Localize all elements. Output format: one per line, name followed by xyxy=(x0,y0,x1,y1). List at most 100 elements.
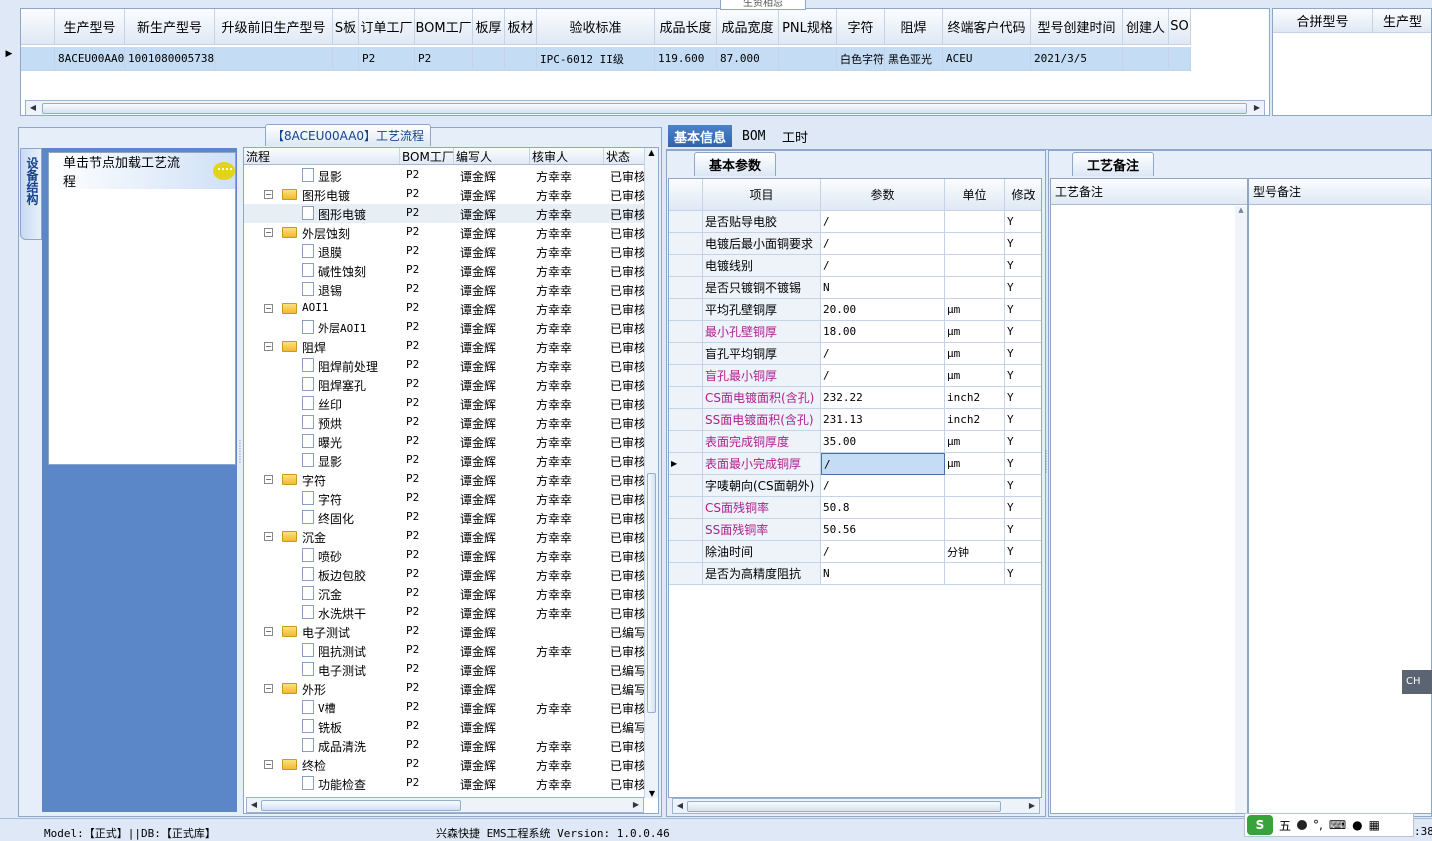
top-toggle-button[interactable]: 生资相忌 xyxy=(720,0,806,10)
basic-params-grid[interactable]: 项目 参数 单位 修改 是否贴导电胶 / Y 电镀后最小面铜要求 / Y 电镀线别 / Y 是否只镀铜不… xyxy=(668,178,1042,798)
device-structure-tab[interactable]: 设备结构 xyxy=(20,148,42,240)
column-header[interactable]: 新生产型号 xyxy=(125,9,215,45)
tree-hscroll-thumb[interactable] xyxy=(261,800,461,811)
tree-row[interactable]: 终固化 P2 谭金辉 方幸幸 已审核 xyxy=(244,508,652,527)
tree-vscroll-thumb[interactable] xyxy=(647,473,656,713)
param-value[interactable]: 50.8 xyxy=(821,497,945,519)
params-row[interactable]: 是否为高精度阻抗 N Y xyxy=(669,563,1041,585)
params-row[interactable]: 除油时间 / 分钟 Y xyxy=(669,541,1041,563)
scroll-left-icon[interactable]: ◀ xyxy=(27,102,39,114)
params-row[interactable]: 是否只镀铜不镀锡 N Y xyxy=(669,277,1041,299)
collapse-icon[interactable]: − xyxy=(264,190,273,199)
column-header[interactable]: 阻焊 xyxy=(885,9,943,45)
params-column-header[interactable]: 项目 xyxy=(703,179,821,211)
param-value[interactable]: / xyxy=(821,233,945,255)
params-row[interactable]: SS面电镀面积(含孔) 231.13 inch2 Y xyxy=(669,409,1041,431)
grid-menu-icon[interactable]: ▦ xyxy=(1369,818,1380,832)
tree-row[interactable]: 外层AOI1 P2 谭金辉 方幸幸 已审核 xyxy=(244,318,652,337)
column-header[interactable]: 生产型号 xyxy=(55,9,125,45)
column-header[interactable]: 终端客户代码 xyxy=(943,9,1031,45)
params-hscrollbar[interactable]: ◀ ▶ xyxy=(672,798,1040,814)
grid-cell[interactable] xyxy=(215,47,333,71)
params-row[interactable]: ▶ 表面最小完成铜厚 / μm Y xyxy=(669,453,1041,475)
model-grid-hscrollbar[interactable]: ◀ ▶ xyxy=(25,100,1265,115)
tree-row[interactable]: 显影 P2 谭金辉 方幸幸 已审核 xyxy=(244,451,652,470)
scroll-thumb[interactable] xyxy=(42,103,1247,114)
tree-row[interactable]: V槽 P2 谭金辉 方幸幸 已审核 xyxy=(244,698,652,717)
params-row[interactable]: 平均孔壁铜厚 20.00 μm Y xyxy=(669,299,1041,321)
param-value[interactable]: N xyxy=(821,277,945,299)
params-hscroll-thumb[interactable] xyxy=(687,801,1001,812)
tree-row[interactable]: 曝光 P2 谭金辉 方幸幸 已审核 xyxy=(244,432,652,451)
column-header[interactable]: 升级前旧生产型号 xyxy=(215,9,333,45)
notes-vscroll[interactable]: ▲ xyxy=(1235,206,1247,813)
tree-row[interactable]: 退膜 P2 谭金辉 方幸幸 已审核 xyxy=(244,242,652,261)
process-tree[interactable]: 流程 BOM工厂 编写人 核审人 状态 显影 P2 谭金辉 方幸幸 已审核 − 图形电镀 P2 谭金辉方… xyxy=(243,147,659,814)
model-grid-selected-row[interactable]: 8ACEU00AA0 10010800057386 P2 P2 IPC-6012 II级… xyxy=(21,47,1191,71)
param-value[interactable]: 35.00 xyxy=(821,431,945,453)
process-notes-box[interactable]: 工艺备注 ▲ xyxy=(1050,178,1248,814)
tree-row[interactable]: 沉金 P2 谭金辉 方幸幸 已审核 xyxy=(244,584,652,603)
collapse-icon[interactable]: − xyxy=(264,228,273,237)
model-notes-box[interactable]: 型号备注 xyxy=(1248,178,1432,814)
tree-row[interactable]: − 字符 P2 谭金辉 方幸幸 已审核 xyxy=(244,470,652,489)
tree-row[interactable]: 水洗烘干 P2 谭金辉 方幸幸 已审核 xyxy=(244,603,652,622)
collapse-icon[interactable]: − xyxy=(264,532,273,541)
tree-row[interactable]: 字符 P2 谭金辉 方幸幸 已审核 xyxy=(244,489,652,508)
grid-cell[interactable] xyxy=(1123,47,1169,71)
param-value[interactable]: 231.13 xyxy=(821,409,945,431)
tree-row[interactable]: 铣板 P2 谭金辉 已编写 xyxy=(244,717,652,736)
grid-cell[interactable] xyxy=(505,47,537,71)
column-header[interactable]: 成品宽度 xyxy=(717,9,779,45)
grid-cell[interactable]: ACEU xyxy=(943,47,1031,71)
column-header[interactable]: SO xyxy=(1169,9,1191,45)
row-selector[interactable] xyxy=(21,47,55,71)
ime-mode-label[interactable]: 五 xyxy=(1279,817,1291,834)
grid-cell[interactable] xyxy=(333,47,359,71)
params-row[interactable]: 盲孔平均铜厚 / μm Y xyxy=(669,343,1041,365)
column-header[interactable]: 订单工厂 xyxy=(359,9,415,45)
tree-row[interactable]: − 外层蚀刻 P2 谭金辉 方幸幸 已审核 xyxy=(244,223,652,242)
column-header[interactable]: S板 xyxy=(333,9,359,45)
tree-scroll-left-icon[interactable]: ◀ xyxy=(248,799,260,811)
tree-vscrollbar[interactable]: ▲ ▼ xyxy=(644,148,658,798)
tab-hours[interactable]: 工时 xyxy=(776,125,814,147)
tab-basic-info[interactable]: 基本信息 xyxy=(668,125,733,147)
column-header[interactable]: PNL规格 xyxy=(779,9,837,45)
column-header[interactable]: 验收标准 xyxy=(537,9,655,45)
tree-row[interactable]: 成品清洗 P2 谭金辉 方幸幸 已审核 xyxy=(244,736,652,755)
grid-cell[interactable]: 87.000 xyxy=(717,47,779,71)
params-row[interactable]: 盲孔最小铜厚 / μm Y xyxy=(669,365,1041,387)
tab-bom[interactable]: BOM xyxy=(736,125,771,147)
param-value[interactable]: 50.56 xyxy=(821,519,945,541)
params-scroll-left-icon[interactable]: ◀ xyxy=(674,800,686,812)
collapse-icon[interactable]: − xyxy=(264,684,273,693)
param-value[interactable]: 232.22 xyxy=(821,387,945,409)
grid-cell[interactable]: 2021/3/5 xyxy=(1031,47,1123,71)
tree-scroll-right-icon[interactable]: ▶ xyxy=(630,799,642,811)
param-value[interactable]: N xyxy=(821,563,945,585)
tree-row[interactable]: − 电子测试 P2 谭金辉 已编写 xyxy=(244,622,652,641)
collapse-icon[interactable]: − xyxy=(264,760,273,769)
tree-row[interactable]: − 阻焊 P2 谭金辉 方幸幸 已审核 xyxy=(244,337,652,356)
tree-row[interactable]: 喷砂 P2 谭金辉 方幸幸 已审核 xyxy=(244,546,652,565)
tree-row[interactable]: − AOI1 P2 谭金辉 方幸幸 已审核 xyxy=(244,299,652,318)
model-grid[interactable]: 生产型号 新生产型号 升级前旧生产型号 S板 订单工厂 BOM工厂 板厚 板材 验收标准 成品长度… xyxy=(20,8,1270,116)
params-column-header[interactable]: 参数 xyxy=(821,179,945,211)
tree-row[interactable]: − 图形电镀 P2 谭金辉 方幸幸 已审核 xyxy=(244,185,652,204)
params-row[interactable]: 最小孔壁铜厚 18.00 μm Y xyxy=(669,321,1041,343)
tree-row[interactable]: 预烘 P2 谭金辉 方幸幸 已审核 xyxy=(244,413,652,432)
scroll-up-icon[interactable]: ▲ xyxy=(645,148,658,157)
params-column-header[interactable]: 修改 xyxy=(1005,179,1041,211)
param-value[interactable]: / xyxy=(821,365,945,387)
load-flow-box[interactable]: 单击节点加载工艺流程 xyxy=(48,152,236,465)
tree-row[interactable]: 图形电镀 P2 谭金辉 方幸幸 已审核 xyxy=(244,204,652,223)
tree-hscrollbar[interactable]: ◀ ▶ xyxy=(246,797,644,813)
floating-ime-tab[interactable]: CH xyxy=(1402,670,1432,694)
column-header[interactable]: 字符 xyxy=(837,9,885,45)
load-flow-header[interactable]: 单击节点加载工艺流程 xyxy=(49,153,235,190)
column-header[interactable]: 板厚 xyxy=(473,9,505,45)
param-value[interactable]: / xyxy=(821,255,945,277)
tree-row[interactable]: 板边包胶 P2 谭金辉 方幸幸 已审核 xyxy=(244,565,652,584)
param-value[interactable]: / xyxy=(821,541,945,563)
